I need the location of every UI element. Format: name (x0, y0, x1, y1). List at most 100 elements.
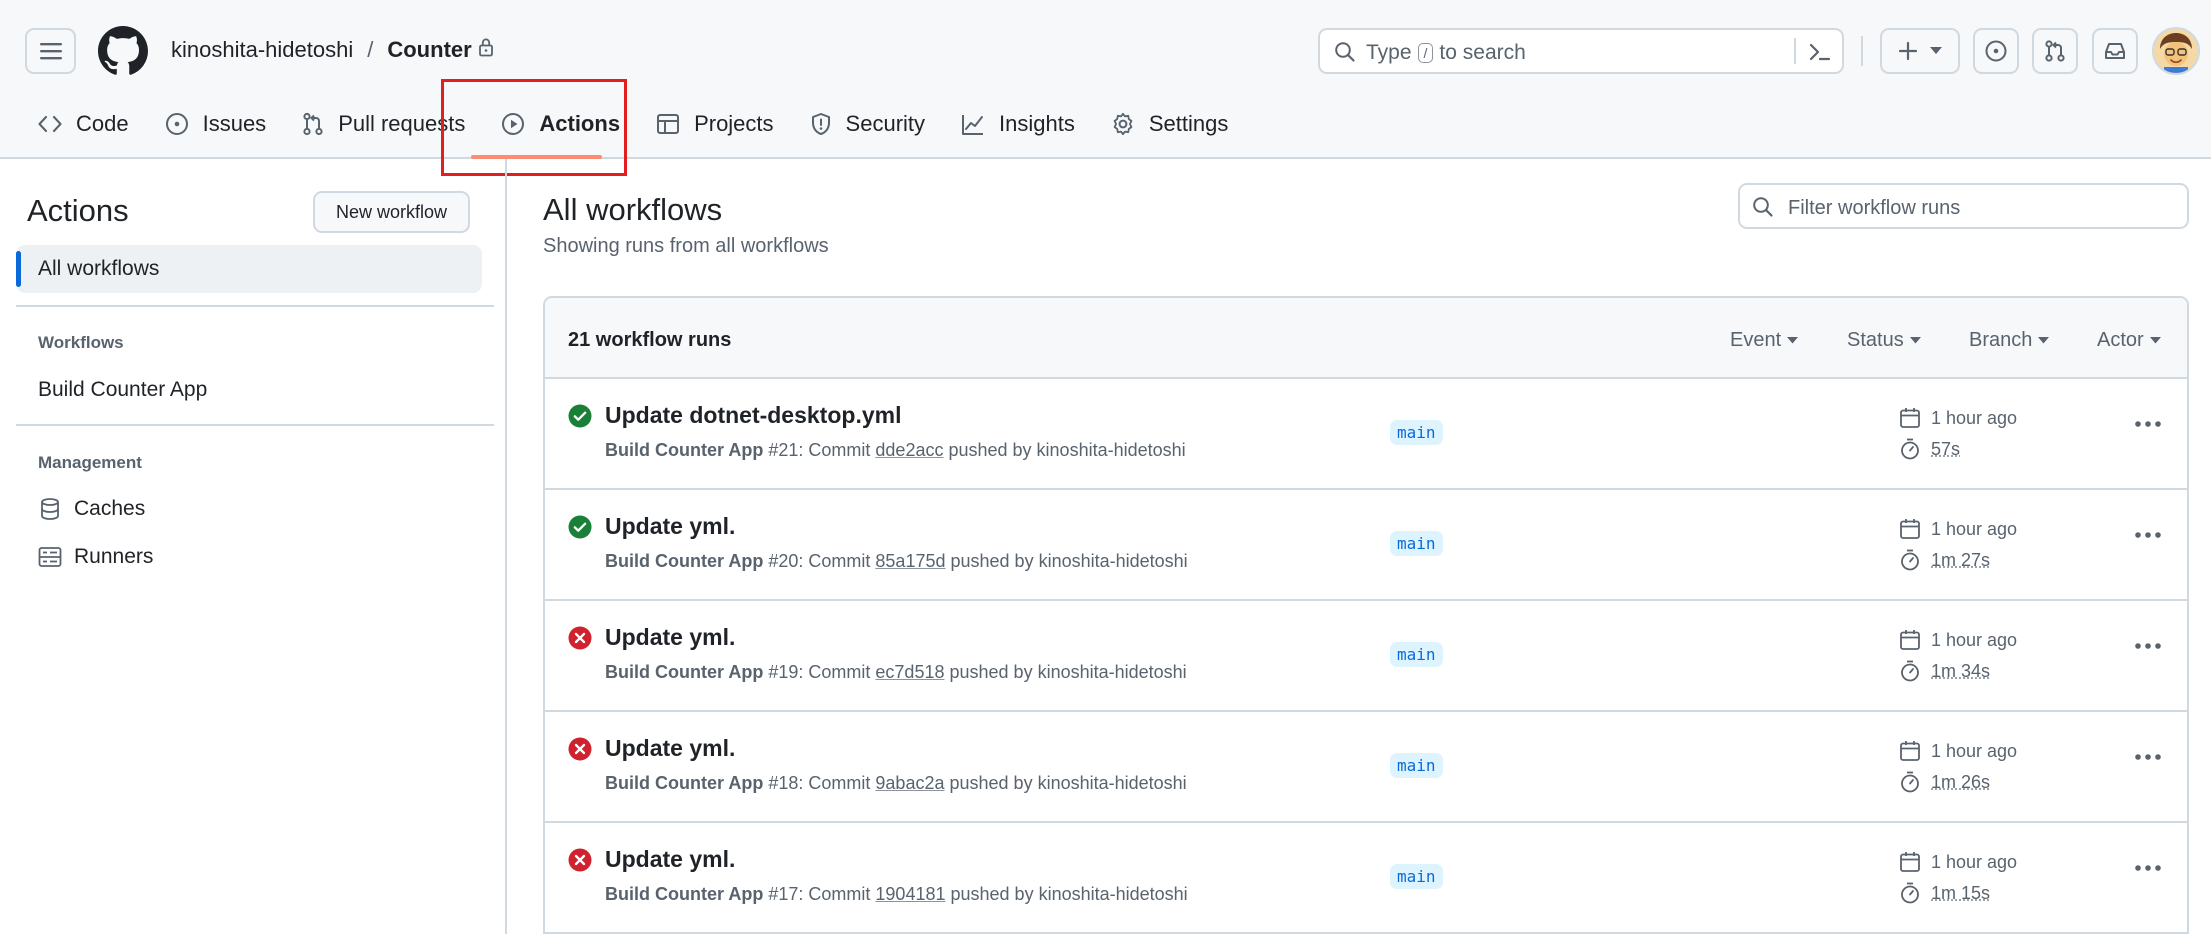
run-title-link[interactable]: Update dotnet-desktop.yml (605, 402, 901, 429)
inbox-button[interactable] (2092, 28, 2138, 74)
kebab-menu-icon[interactable] (2134, 642, 2162, 650)
filter-runs-input[interactable]: Filter workflow runs (1738, 183, 2189, 229)
run-timestamp: 1 hour ago (1899, 851, 2017, 873)
page-title: All workflows (543, 192, 723, 227)
event-filter-dropdown[interactable]: Event (1730, 329, 1799, 352)
caret-down-icon (1787, 337, 1799, 344)
sidebar-item-caches[interactable]: Caches (38, 497, 145, 521)
search-placeholder: Type / to search (1366, 41, 1526, 65)
table-row[interactable]: Update dotnet-desktop.yml Build Counter … (545, 379, 2187, 490)
run-title-link[interactable]: Update yml. (605, 513, 735, 540)
repo-owner-link[interactable]: kinoshita-hidetoshi (171, 37, 353, 63)
calendar-icon (1900, 408, 1920, 428)
database-icon (41, 498, 59, 520)
sidebar-item-build-counter-app[interactable]: Build Counter App (38, 378, 207, 402)
repo-nav: Code Issues Pull requests Actions Projec… (38, 108, 1228, 140)
run-meta: Build Counter App #21: Commit dde2acc pu… (605, 440, 1186, 460)
run-workflow: Build Counter App (605, 662, 764, 682)
tab-projects[interactable]: Projects (656, 108, 774, 140)
sidebar-item-runners[interactable]: Runners (38, 545, 153, 569)
github-logo-icon[interactable] (98, 26, 148, 76)
commit-sha-link[interactable]: ec7d518 (875, 662, 944, 682)
kebab-menu-icon[interactable] (2134, 420, 2162, 428)
tab-insights[interactable]: Insights (961, 108, 1075, 140)
commit-label: Commit (808, 773, 871, 793)
stopwatch-icon (1901, 771, 1919, 793)
pushed-by: pushed by kinoshita-hidetoshi (950, 551, 1188, 571)
stopwatch-icon (1901, 660, 1919, 682)
sidebar-item-all-workflows[interactable]: All workflows (16, 245, 482, 293)
run-when: 1 hour ago (1931, 740, 2018, 761)
branch-filter-dropdown[interactable]: Branch (1969, 329, 2050, 352)
branch-badge[interactable]: main (1390, 420, 1443, 445)
kebab-menu-icon[interactable] (2134, 753, 2162, 761)
tab-issues-label: Issues (202, 111, 267, 136)
kebab-menu-icon[interactable] (2134, 531, 2162, 539)
run-when: 1 hour ago (1931, 407, 2018, 428)
stopwatch-icon (1901, 882, 1919, 904)
avatar-face-icon (2154, 29, 2198, 73)
sidebar-title: Actions (27, 193, 129, 228)
workflow-runs-list: 21 workflow runs Event Status Branch Act… (543, 296, 2189, 934)
pull-requests-button[interactable] (2032, 28, 2078, 74)
command-palette-icon[interactable] (1808, 41, 1832, 63)
tab-code[interactable]: Code (38, 108, 129, 140)
branch-badge[interactable]: main (1390, 531, 1443, 556)
run-title-link[interactable]: Update yml. (605, 624, 735, 651)
table-icon (657, 114, 680, 134)
server-icon (38, 547, 62, 567)
create-new-button[interactable] (1880, 28, 1960, 74)
stopwatch-icon (1901, 549, 1919, 571)
run-meta: Build Counter App #20: Commit 85a175d pu… (605, 551, 1188, 571)
management-heading: Management (38, 453, 142, 472)
branch-badge[interactable]: main (1390, 753, 1443, 778)
tab-settings-label: Settings (1148, 111, 1229, 136)
run-duration: 1m 27s (1899, 549, 1990, 571)
tab-code-label: Code (76, 111, 129, 136)
tab-issues[interactable]: Issues (165, 108, 267, 140)
run-title-link[interactable]: Update yml. (605, 735, 735, 762)
table-row[interactable]: Update yml. Build Counter App #19: Commi… (545, 601, 2187, 712)
branch-badge[interactable]: main (1390, 864, 1443, 889)
commit-sha-link[interactable]: dde2acc (875, 440, 943, 460)
run-number: #21 (768, 440, 799, 460)
issues-button[interactable] (1973, 28, 2019, 74)
commit-label: Commit (808, 662, 871, 682)
repo-name-link[interactable]: Counter (387, 37, 493, 63)
run-meta: Build Counter App #18: Commit 9abac2a pu… (605, 773, 1187, 793)
sidebar-item-label: Runners (74, 545, 154, 568)
sidebar-item-label: All workflows (38, 257, 160, 280)
avatar[interactable] (2152, 27, 2200, 75)
new-workflow-button[interactable]: New workflow (313, 191, 470, 233)
tab-insights-label: Insights (999, 111, 1075, 136)
table-row[interactable]: Update yml. Build Counter App #18: Commi… (545, 712, 2187, 823)
tab-security[interactable]: Security (810, 108, 925, 140)
status-filter-dropdown[interactable]: Status (1847, 329, 1921, 352)
run-duration-value: 1m 27s (1931, 549, 1991, 570)
branch-badge[interactable]: main (1390, 642, 1443, 667)
issue-icon (165, 113, 188, 135)
table-row[interactable]: Update yml. Build Counter App #17: Commi… (545, 823, 2187, 934)
run-title-link[interactable]: Update yml. (605, 846, 735, 873)
actor-filter-dropdown[interactable]: Actor (2097, 329, 2161, 352)
table-row[interactable]: Update yml. Build Counter App #20: Commi… (545, 490, 2187, 601)
kebab-menu-icon[interactable] (2134, 864, 2162, 872)
x-circle-icon (568, 848, 592, 872)
commit-label: Commit (808, 551, 871, 571)
run-duration-value: 1m 15s (1931, 882, 1991, 903)
menu-button[interactable] (25, 28, 76, 74)
search-input[interactable]: Type / to search (1318, 28, 1844, 74)
caret-down-icon (2149, 337, 2161, 344)
graph-icon (962, 115, 984, 135)
repo-name-label: Counter (387, 37, 472, 62)
tab-settings[interactable]: Settings (1111, 108, 1229, 140)
filter-label: Actor (2097, 329, 2144, 351)
commit-sha-link[interactable]: 9abac2a (875, 773, 944, 793)
run-number: #17 (768, 884, 799, 904)
commit-sha-link[interactable]: 85a175d (875, 551, 945, 571)
commit-sha-link[interactable]: 1904181 (875, 884, 945, 904)
check-circle-icon (568, 515, 592, 539)
workflows-heading: Workflows (38, 333, 124, 352)
pushed-by: pushed by kinoshita-hidetoshi (949, 773, 1187, 793)
code-icon (38, 115, 62, 133)
